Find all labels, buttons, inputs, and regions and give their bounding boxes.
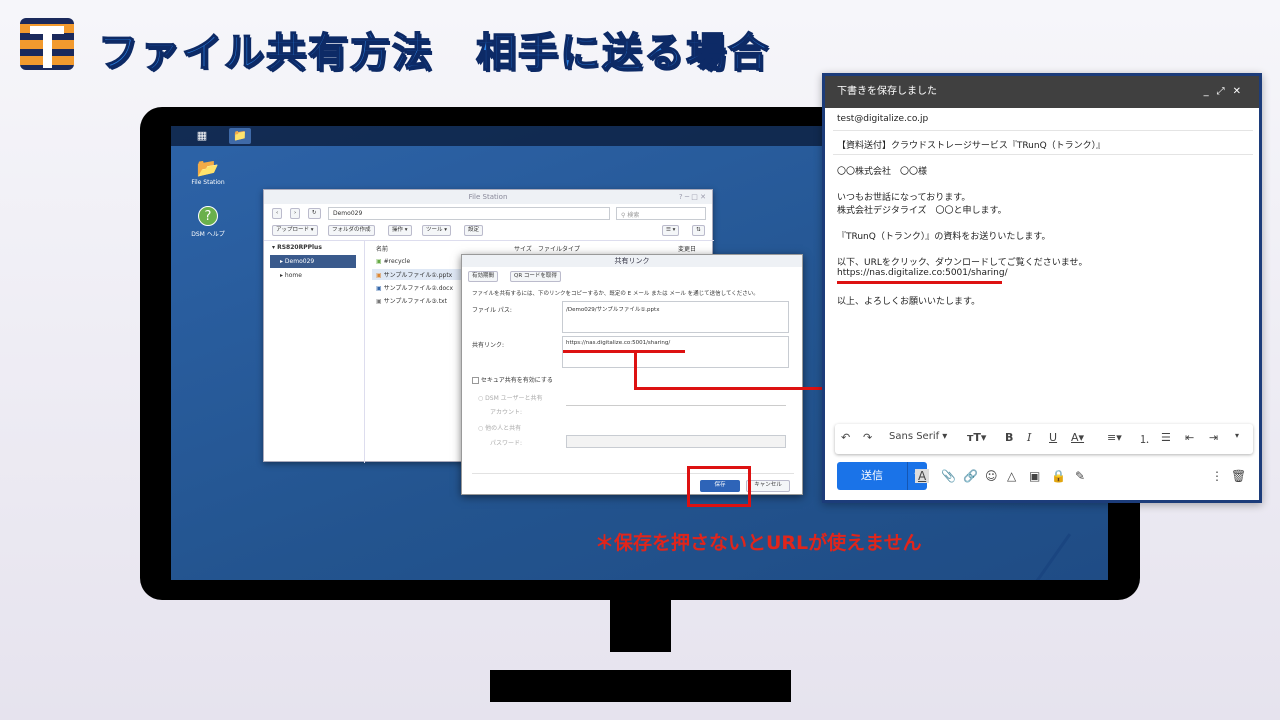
share-link-dialog: 共有リンク 有効期間 QR コードを取得 ファイルを共有するには、下のリンクをコ…: [461, 254, 803, 495]
body-link[interactable]: https://nas.digitalize.co:5001/sharing/: [837, 268, 1008, 278]
more-options-icon[interactable]: ⋮: [1211, 469, 1223, 483]
back-button[interactable]: ‹: [272, 208, 283, 219]
file-row[interactable]: ▣ サンプルファイル②.docx: [376, 283, 453, 292]
trunq-logo: [20, 18, 74, 70]
tab-validity-period[interactable]: 有効期間: [468, 271, 499, 282]
font-select[interactable]: Sans Serif ▾: [889, 431, 947, 442]
column-modified[interactable]: 変更日: [678, 244, 696, 253]
tree-item-demo029[interactable]: ▸ Demo029: [270, 255, 356, 268]
tree-root[interactable]: ▾ RS820RPPlus: [272, 244, 322, 251]
redo-icon[interactable]: ↷: [863, 431, 872, 444]
window-titlebar: File Station ? ─ □ ✕: [264, 190, 712, 204]
gmail-compose-window: 下書きを保存しました _⤢✕ test@digitalize.co.jp 【資料…: [822, 73, 1262, 503]
file-row[interactable]: ▣ サンプルファイル③.txt: [376, 296, 447, 305]
body-line: 株式会社デジタライズ 〇〇と申します。: [837, 206, 1007, 216]
share-instruction: ファイルを共有するには、下のリンクをコピーするか、既定の E メール または メ…: [472, 291, 759, 297]
text-color-icon[interactable]: A▾: [1071, 431, 1084, 444]
password-label: パスワード:: [490, 440, 523, 447]
indent-less-icon[interactable]: ⇤: [1185, 431, 1194, 444]
help-icon: ?: [198, 206, 218, 226]
discard-icon[interactable]: 🗑: [1231, 469, 1246, 483]
file-station-taskbar-icon[interactable]: 📁: [229, 128, 251, 144]
cancel-button[interactable]: キャンセル: [746, 480, 790, 492]
file-station-desktop-icon[interactable]: 📂 File Station: [178, 158, 238, 186]
compose-header: 下書きを保存しました _⤢✕: [825, 76, 1259, 108]
more-formatting-icon[interactable]: ▾: [1235, 431, 1239, 440]
url-highlight: [837, 281, 1002, 284]
column-size[interactable]: サイズ: [514, 244, 532, 253]
text-size-icon[interactable]: ᴛT▾: [967, 431, 986, 444]
signature-icon[interactable]: ✎: [1075, 469, 1085, 483]
share-link-label: 共有リンク:: [472, 342, 505, 349]
file-row[interactable]: ▣ サンプルファイル①.pptx: [372, 269, 462, 280]
body-line: 『TRunQ（トランク）』の資料をお送りいたします。: [837, 232, 1051, 242]
warning-note: ＊保存を押さないとURLが使えません: [595, 532, 922, 554]
emoji-icon[interactable]: ☺: [985, 469, 998, 483]
italic-icon[interactable]: I: [1027, 431, 1031, 444]
undo-icon[interactable]: ↶: [841, 431, 850, 444]
password-field[interactable]: [566, 435, 786, 448]
underline-icon[interactable]: U: [1049, 431, 1057, 444]
minimize-icon[interactable]: _: [1204, 86, 1217, 97]
save-button-highlight: [687, 466, 751, 507]
monitor-stand-base: [490, 670, 791, 702]
dsm-help-desktop-icon[interactable]: ? DSM ヘルプ: [178, 206, 238, 238]
secure-share-checkbox[interactable]: セキュア共有を有効にする: [472, 375, 553, 384]
send-button[interactable]: 送信: [837, 462, 907, 490]
expand-icon[interactable]: ⤢: [1217, 86, 1233, 97]
folder-icon: 📂: [196, 158, 220, 179]
recipient-field[interactable]: test@digitalize.co.jp: [837, 114, 928, 124]
others-radio[interactable]: ○ 他の人と共有: [478, 423, 521, 432]
body-line: いつもお世話になっております。: [837, 193, 971, 203]
sort-button[interactable]: ⇅: [692, 225, 705, 236]
tools-button[interactable]: ツール ▾: [422, 225, 452, 236]
share-link-highlight: [563, 350, 685, 353]
tab-qr-code[interactable]: QR コードを取得: [510, 271, 561, 282]
forward-button[interactable]: ›: [290, 208, 301, 219]
settings-button[interactable]: 設定: [464, 225, 484, 236]
column-name[interactable]: 名前: [376, 244, 388, 253]
tree-item-home[interactable]: ▸ home: [280, 272, 302, 279]
body-line: 以上、よろしくお願いいたします。: [837, 297, 981, 307]
photo-icon[interactable]: ▣: [1029, 469, 1040, 483]
body-line: 以下、URLをクリック、ダウンロードしてご覧くださいませ。: [837, 258, 1088, 268]
bold-icon[interactable]: B: [1005, 431, 1013, 444]
column-type[interactable]: ファイルタイプ: [538, 244, 580, 253]
align-icon[interactable]: ≡▾: [1107, 431, 1122, 444]
file-path-label: ファイル パス:: [472, 307, 512, 314]
formatting-options-icon[interactable]: A: [915, 469, 930, 483]
link-icon[interactable]: 🔗: [963, 469, 978, 483]
search-input[interactable]: ⚲ 検索: [616, 207, 706, 220]
monitor-stand-neck: [610, 600, 671, 652]
attach-icon[interactable]: 📎: [941, 469, 956, 483]
dialog-title: 共有リンク: [462, 255, 802, 267]
file-row[interactable]: ▣ #recycle: [376, 258, 410, 265]
path-bar[interactable]: Demo029: [328, 207, 610, 220]
refresh-button[interactable]: ↻: [308, 208, 321, 219]
dsm-user-radio[interactable]: ○ DSM ユーザーと共有: [478, 393, 543, 402]
body-line: 〇〇株式会社 〇〇様: [837, 167, 928, 177]
subject-field[interactable]: 【資料送付】クラウドストレージサービス『TRunQ（トランク）』: [837, 138, 1105, 151]
drive-icon[interactable]: △: [1007, 469, 1016, 483]
upload-button[interactable]: アップロード ▾: [272, 225, 318, 236]
account-label: アカウント:: [490, 409, 523, 416]
bulleted-list-icon[interactable]: ☰: [1161, 431, 1171, 444]
indent-more-icon[interactable]: ⇥: [1209, 431, 1218, 444]
close-icon[interactable]: ✕: [1233, 86, 1249, 97]
view-toggle-button[interactable]: ☰ ▾: [662, 225, 680, 236]
formatting-toolbar: ↶ ↷ Sans Serif ▾ ᴛT▾ B I U A▾ ≡▾ ⒈ ☰ ⇤ ⇥…: [835, 424, 1253, 454]
page-title: ファイル共有方法 相手に送る場合: [97, 29, 770, 77]
main-menu-icon[interactable]: ▦: [191, 128, 213, 144]
action-button[interactable]: 操作 ▾: [388, 225, 412, 236]
create-folder-button[interactable]: フォルダの作成: [328, 225, 375, 236]
connector-line: [634, 350, 637, 390]
confidential-icon[interactable]: 🔒: [1051, 469, 1066, 483]
numbered-list-icon[interactable]: ⒈: [1139, 431, 1150, 447]
file-path-field[interactable]: /Demo029/サンプルファイル①.pptx: [562, 301, 789, 333]
